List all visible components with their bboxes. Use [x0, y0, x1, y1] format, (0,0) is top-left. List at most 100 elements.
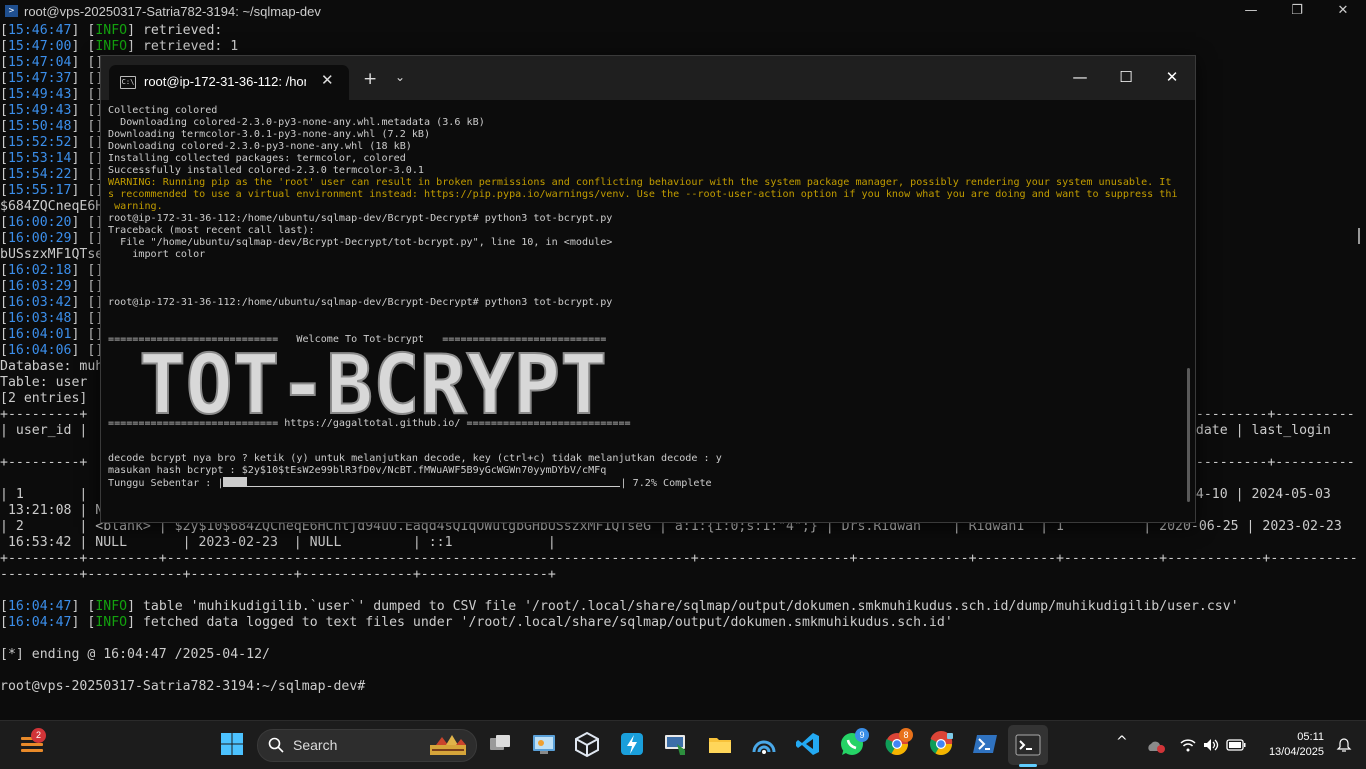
terminal-line: s recommended to use a virtual environme…	[108, 189, 1178, 200]
file-explorer-icon[interactable]	[706, 730, 734, 758]
log-line: [16:04:01] []	[0, 327, 103, 342]
table-header: | user_id |	[0, 423, 95, 439]
chevron-down-icon[interactable]: ⌄	[395, 70, 405, 84]
foreground-terminal-window[interactable]: C:\ root@ip-172-31-36-112: /home ✕ + ⌄ —…	[100, 55, 1196, 523]
log-message: retrieved: 1	[135, 39, 239, 54]
terminal-line: File "/home/ubuntu/sqlmap-dev/Bcrypt-Dec…	[108, 237, 613, 248]
log-line: [16:03:48] []	[0, 311, 103, 326]
search-box[interactable]: Search	[257, 729, 477, 762]
log-line: [15:46:47] [INFO] retrieved:	[0, 23, 231, 38]
log-timestamp: 15:50:48	[7, 119, 72, 134]
foreground-terminal-output[interactable]: ============================ Welcome To …	[108, 105, 1178, 517]
terminal-taskbar-button[interactable]	[1008, 725, 1048, 765]
log-timestamp: 15:47:04	[7, 55, 72, 70]
terminal-line: warning.	[108, 201, 163, 212]
close-button[interactable]: ✕	[1149, 56, 1195, 100]
log-timestamp: 16:04:01	[7, 327, 72, 342]
terminal-line: Downloading colored-2.3.0-py3-none-any.w…	[108, 141, 412, 152]
foreground-scrollbar[interactable]	[1187, 368, 1190, 502]
log-line: [16:04:47] [INFO] table 'muhikudigilib.`…	[0, 599, 1239, 614]
tab-bar: C:\ root@ip-172-31-36-112: /home ✕ + ⌄ —…	[101, 56, 1195, 100]
table-header-right: t_date | last_login	[1180, 423, 1331, 438]
log-timestamp: 16:03:29	[7, 279, 72, 294]
new-tab-button[interactable]: +	[363, 69, 377, 89]
log-timestamp: 16:03:42	[7, 295, 72, 310]
log-line: [15:47:04] []	[0, 55, 103, 70]
log-level: INFO	[95, 39, 128, 54]
table-separator-left: +---------+	[0, 455, 88, 470]
cmd-icon: C:\	[120, 76, 136, 89]
log-line: [16:02:18] []	[0, 263, 103, 278]
windows-start-icon[interactable]	[218, 730, 246, 758]
log-line: [15:47:00] [INFO] retrieved: 1	[0, 39, 239, 54]
log-line: [16:04:47] [INFO] fetched data logged to…	[0, 615, 953, 630]
progress-fill	[223, 477, 247, 487]
bg-maximize-button[interactable]: ❐	[1274, 0, 1320, 23]
log-message: table 'muhikudigilib.`user`' dumped to C…	[135, 599, 1239, 614]
log-timestamp: 16:04:47	[7, 599, 72, 614]
log-timestamp: 16:00:29	[7, 231, 72, 246]
background-titlebar[interactable]: > root@vps-20250317-Satria782-3194: ~/sq…	[0, 0, 1366, 23]
widgets-badge: 2	[31, 728, 46, 743]
svg-text:TOT-BCRYPT: TOT-BCRYPT	[139, 345, 607, 425]
table-separator: +---------+	[0, 455, 87, 471]
tray-clock[interactable]: 05:11 13/04/2025	[1269, 730, 1324, 760]
task-view-icon[interactable]	[486, 730, 514, 758]
log-timestamp: 15:47:37	[7, 71, 72, 86]
table-separator: +---------+	[0, 407, 87, 423]
search-label: Search	[293, 737, 338, 753]
log-line: [15:49:43] []	[0, 87, 103, 102]
table-separator: ----------+------------+-------------+--…	[0, 567, 556, 582]
network-app-icon[interactable]	[750, 730, 778, 758]
background-scrollbar[interactable]	[1358, 228, 1360, 244]
log-message: retrieved:	[135, 23, 231, 38]
log-level: INFO	[95, 615, 128, 630]
table-row: | 1 |	[0, 487, 95, 503]
progress-bar	[223, 477, 621, 487]
banner-bottom-line: ============================ https://gag…	[108, 418, 631, 429]
log-line: [15:55:17] []	[0, 183, 103, 198]
log-line: [16:00:20] []	[0, 215, 103, 230]
log-level: INFO	[95, 23, 128, 38]
log-line: [15:47:37] []	[0, 71, 103, 86]
log-timestamp: 15:47:00	[7, 39, 72, 54]
control-panel-icon[interactable]	[530, 730, 558, 758]
tab-root-terminal[interactable]: C:\ root@ip-172-31-36-112: /home ✕	[109, 65, 349, 100]
hash-fragment: bUSszxMF1QTse	[0, 247, 104, 262]
chrome-profile-icon[interactable]	[927, 730, 955, 758]
table-separator-left: +---------+	[0, 407, 88, 422]
log-message: fetched data logged to text files under …	[135, 615, 953, 630]
bolt-app-icon[interactable]	[618, 730, 646, 758]
terminal-line: WARNING: Running pip as the 'root' user …	[108, 177, 1178, 188]
progress-line: Tunggu Sebentar : | | 7.2% Complete	[108, 477, 712, 489]
log-timestamp: 16:03:48	[7, 311, 72, 326]
virtualbox-icon[interactable]	[573, 730, 601, 758]
tab-close-icon[interactable]: ✕	[321, 71, 334, 89]
log-timestamp: 15:55:17	[7, 183, 72, 198]
minimize-button[interactable]: —	[1057, 56, 1103, 100]
terminal-line: Downloading termcolor-3.0.1-py3-none-any…	[108, 129, 431, 140]
remote-desktop-icon[interactable]	[661, 730, 689, 758]
log-line: [15:53:14] []	[0, 151, 103, 166]
battery-icon[interactable]	[1226, 738, 1246, 752]
bg-minimize-button[interactable]: —	[1228, 0, 1274, 23]
powershell-taskbar-icon[interactable]	[971, 730, 999, 758]
table-row-left: | 1 |	[0, 487, 96, 502]
wifi-icon[interactable]	[1180, 738, 1196, 752]
log-line: [15:54:22] []	[0, 167, 103, 182]
terminal-line: decode bcrypt nya bro ? ketik (y) untuk …	[108, 453, 722, 464]
terminal-line: masukan hash bcrypt : $2y$10$tEsW2e99blR…	[108, 465, 607, 476]
maximize-button[interactable]: ☐	[1103, 56, 1149, 100]
search-highlight-icon	[430, 735, 466, 755]
bg-close-button[interactable]: ✕	[1320, 0, 1366, 23]
log-timestamp: 15:46:47	[7, 23, 72, 38]
vscode-icon[interactable]	[794, 730, 822, 758]
volume-icon[interactable]	[1203, 738, 1219, 752]
log-timestamp: 16:00:20	[7, 215, 72, 230]
log-timestamp: 15:54:22	[7, 167, 72, 182]
terminal-line: root@ip-172-31-36-112:/home/ubuntu/sqlma…	[108, 297, 613, 308]
chevron-up-icon[interactable]: ^	[1116, 734, 1128, 750]
ending-line: [*] ending @ 16:04:47 /2025-04-12/	[0, 647, 270, 662]
notification-bell-icon[interactable]	[1336, 737, 1352, 753]
cloud-alert-icon[interactable]	[1146, 738, 1166, 754]
